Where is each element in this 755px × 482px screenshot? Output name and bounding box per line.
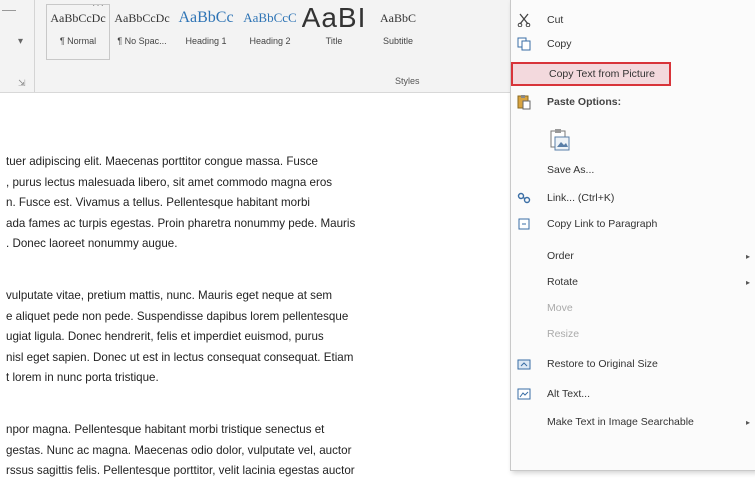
style-label: Heading 1: [185, 36, 227, 46]
menu-item-label: Make Text in Image Searchable: [547, 416, 694, 428]
paste-icon: [515, 93, 533, 111]
style-sample: AaBbCcDc: [114, 10, 170, 25]
paragraph-line: nisl eget sapien. Donec ut est in lectus…: [6, 350, 354, 364]
paragraph-line: rssus sagittis felis. Pellentesque portt…: [6, 464, 355, 477]
copy-icon: [515, 35, 533, 53]
paragraph-line: ugiat ligula. Donec hendrerit, felis et …: [6, 330, 324, 343]
paragraph-line: , purus lectus malesuada libero, sit ame…: [6, 175, 333, 189]
paragraph-line: . Donec laoreet nonummy augue.: [6, 237, 178, 250]
paragraph-line: npor magna. Pellentesque habitant morbi …: [6, 423, 325, 436]
styles-group-label: Styles: [395, 76, 420, 86]
paragraph-line: e aliquet pede non pede. Suspendisse dap…: [6, 309, 349, 323]
menu-item-resize: Resize: [511, 322, 755, 346]
menu-item-rotate[interactable]: Rotate ▸: [511, 270, 755, 294]
submenu-arrow-icon: ▸: [745, 251, 750, 261]
menu-item-link[interactable]: Link... (Ctrl+K): [511, 186, 755, 210]
menu-item-label: Alt Text...: [547, 388, 590, 400]
paragraph-line: n. Fusce est. Vivamus a tellus. Pellente…: [6, 196, 310, 209]
context-menu: Cut Copy Copy Text from Picture Paste Op…: [510, 0, 755, 471]
style-label: ¶ Normal: [59, 36, 97, 46]
chevron-down-icon[interactable]: ▾: [18, 36, 23, 47]
menu-item-copy-link-to-paragraph[interactable]: Copy Link to Paragraph: [511, 212, 755, 236]
menu-item-label: Link... (Ctrl+K): [547, 192, 615, 204]
paragraph-line: vulputate vitae, pretium mattis, nunc. M…: [6, 289, 333, 302]
style-label: Title: [325, 36, 343, 46]
style-gallery-item[interactable]: AaBbC Subtitle: [366, 4, 430, 60]
menu-item-label: Restore to Original Size: [547, 358, 658, 370]
link-icon: [515, 189, 533, 207]
paste-picture-option-icon[interactable]: [549, 128, 571, 152]
style-label: ¶ No Spac...: [117, 36, 167, 46]
menu-item-save-as[interactable]: Save As...: [511, 158, 755, 182]
menu-item-restore-original-size[interactable]: Restore to Original Size: [511, 352, 755, 376]
alt-text-icon: [515, 385, 533, 403]
menu-paste-options-header: Paste Options:: [511, 90, 755, 114]
menu-item-copy-text-from-picture[interactable]: Copy Text from Picture: [511, 62, 671, 86]
style-sample: AaBbCcC: [243, 10, 297, 25]
style-sample: AaBI: [302, 4, 366, 33]
paragraph-line: tuer adipiscing elit. Maecenas porttitor…: [6, 155, 318, 168]
menu-item-label: Copy Text from Picture: [549, 68, 656, 80]
menu-item-cut[interactable]: Cut: [511, 8, 755, 32]
menu-item-label: Resize: [547, 328, 580, 340]
style-gallery-item[interactable]: AaBbCc Heading 1: [174, 4, 238, 60]
paragraph-line: ada fames ac turpis egestas. Proin phare…: [6, 216, 356, 230]
document-paragraph[interactable]: vulputate vitae, pretium mattis, nunc. M…: [6, 286, 511, 389]
style-label: Subtitle: [382, 36, 414, 46]
styles-gallery: AaBbCcDc ¶ Normal AaBbCcDc ¶ No Spac... AaBb…: [46, 4, 430, 60]
style-sample: AaBbCcDc: [50, 10, 106, 25]
ribbon-left-group: ▾ ⇲: [0, 0, 35, 92]
menu-item-alt-text[interactable]: Alt Text...: [511, 382, 755, 406]
paragraph-line: t lorem in nunc porta tristique.: [6, 371, 159, 384]
copy-link-icon: [515, 215, 533, 233]
menu-item-label: Paste Options:: [547, 96, 622, 108]
menu-item-label: Move: [547, 302, 573, 314]
paragraph-line: gestas. Nunc ac magna. Maecenas odio dol…: [6, 443, 352, 457]
ribbon-divider: [2, 10, 16, 11]
style-gallery-item[interactable]: AaBI Title: [302, 4, 366, 60]
menu-item-label: Save As...: [547, 164, 595, 176]
menu-item-label: Order: [547, 250, 574, 262]
submenu-arrow-icon: ▸: [745, 277, 750, 287]
submenu-arrow-icon: ▸: [745, 417, 750, 427]
menu-item-make-text-searchable[interactable]: Make Text in Image Searchable ▸: [511, 410, 755, 434]
menu-item-order[interactable]: Order ▸: [511, 244, 755, 268]
document-paragraph[interactable]: npor magna. Pellentesque habitant morbi …: [6, 420, 511, 482]
style-gallery-item[interactable]: AaBbCcDc ¶ Normal: [46, 4, 110, 60]
menu-item-label: Cut: [547, 14, 564, 26]
menu-item-move: Move: [511, 296, 755, 320]
style-sample: AaBbCc: [178, 9, 234, 26]
style-sample: AaBbC: [380, 10, 416, 25]
style-gallery-item[interactable]: AaBbCcDc ¶ No Spac...: [110, 4, 174, 60]
menu-item-label: Copy: [547, 38, 572, 50]
scissors-icon: [515, 11, 533, 29]
restore-size-icon: [515, 355, 533, 373]
menu-item-copy[interactable]: Copy: [511, 32, 755, 56]
style-label: Heading 2: [249, 36, 291, 46]
menu-item-label: Rotate: [547, 276, 578, 288]
document-paragraph[interactable]: tuer adipiscing elit. Maecenas porttitor…: [6, 152, 511, 255]
dialog-launcher-icon[interactable]: ⇲: [18, 78, 26, 89]
menu-item-label: Copy Link to Paragraph: [547, 218, 658, 230]
style-gallery-item[interactable]: AaBbCcC Heading 2: [238, 4, 302, 60]
